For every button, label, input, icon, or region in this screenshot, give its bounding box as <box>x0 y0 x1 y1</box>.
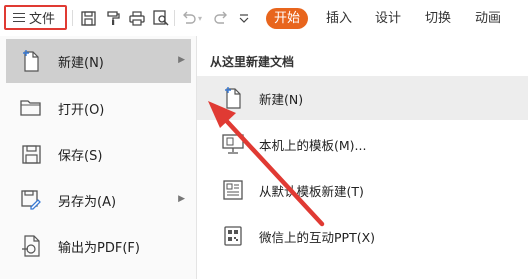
submenu-item-label: 从默认模板新建(T) <box>259 183 364 199</box>
submenu-item-label: 新建(N) <box>259 91 304 107</box>
save-icon <box>20 143 42 165</box>
toolbar-divider <box>174 10 175 26</box>
tab-home[interactable]: 开始 <box>266 8 309 29</box>
submenu-title: 从这里新建文档 <box>210 55 295 69</box>
new-submenu-panel: 从这里新建文档 新建(N) 本机上的模板(M)... 从默认模板新建(T) 微信… <box>197 36 528 279</box>
print-icon[interactable] <box>127 8 147 28</box>
tab-transition[interactable]: 切换 <box>425 9 451 29</box>
undo-dropdown-icon[interactable]: ▾ <box>198 14 202 23</box>
file-menu: 新建(N) ▶ 打开(O) 保存(S) 另存为(A) ▶ 输出为PDF(F) <box>0 36 197 279</box>
submenu-arrow-icon: ▶ <box>178 55 185 65</box>
submenu-item-new[interactable]: 新建(N) <box>197 76 528 120</box>
menu-item-label: 另存为(A) <box>58 194 117 210</box>
menu-item-label: 新建(N) <box>58 55 104 71</box>
print-preview-icon[interactable] <box>151 8 171 28</box>
top-toolbar: 文件 ▾ 开始 插入 设计 切换 动画 <box>0 0 528 37</box>
redo-icon[interactable] <box>211 8 231 28</box>
tab-design[interactable]: 设计 <box>375 9 401 29</box>
more-icon[interactable] <box>234 8 254 28</box>
hamburger-icon <box>13 12 25 23</box>
submenu-arrow-icon: ▶ <box>178 194 185 204</box>
save-as-icon <box>20 189 42 211</box>
menu-item-label: 打开(O) <box>58 102 105 118</box>
submenu-item-local-template[interactable]: 本机上的模板(M)... <box>197 122 528 166</box>
tab-insert[interactable]: 插入 <box>326 9 352 29</box>
submenu-item-label: 本机上的模板(M)... <box>259 137 367 153</box>
new-doc-icon <box>222 86 244 110</box>
toolbar-divider <box>72 10 73 26</box>
menu-item-label: 保存(S) <box>58 148 103 164</box>
pdf-export-icon <box>20 235 42 257</box>
default-template-icon <box>222 178 244 202</box>
qr-code-icon <box>222 224 244 248</box>
menu-item-new[interactable]: 新建(N) ▶ <box>6 39 191 83</box>
new-doc-icon <box>20 50 42 72</box>
undo-icon[interactable] <box>178 8 198 28</box>
save-icon[interactable] <box>78 8 98 28</box>
menu-item-export-pdf[interactable]: 输出为PDF(F) <box>6 224 191 268</box>
submenu-item-wechat-ppt[interactable]: 微信上的互动PPT(X) <box>197 214 528 258</box>
submenu-item-label: 微信上的互动PPT(X) <box>259 229 376 245</box>
file-menu-label: 文件 <box>29 12 56 27</box>
file-menu-button[interactable]: 文件 <box>4 5 67 30</box>
folder-icon <box>20 97 42 119</box>
menu-item-save-as[interactable]: 另存为(A) ▶ <box>6 178 191 222</box>
menu-item-open[interactable]: 打开(O) <box>6 86 191 130</box>
menu-item-save[interactable]: 保存(S) <box>6 132 191 176</box>
local-template-icon <box>222 132 244 156</box>
format-painter-icon[interactable] <box>103 8 123 28</box>
tab-animation[interactable]: 动画 <box>475 9 501 29</box>
submenu-item-default-template[interactable]: 从默认模板新建(T) <box>197 168 528 212</box>
menu-item-label: 输出为PDF(F) <box>58 240 140 256</box>
